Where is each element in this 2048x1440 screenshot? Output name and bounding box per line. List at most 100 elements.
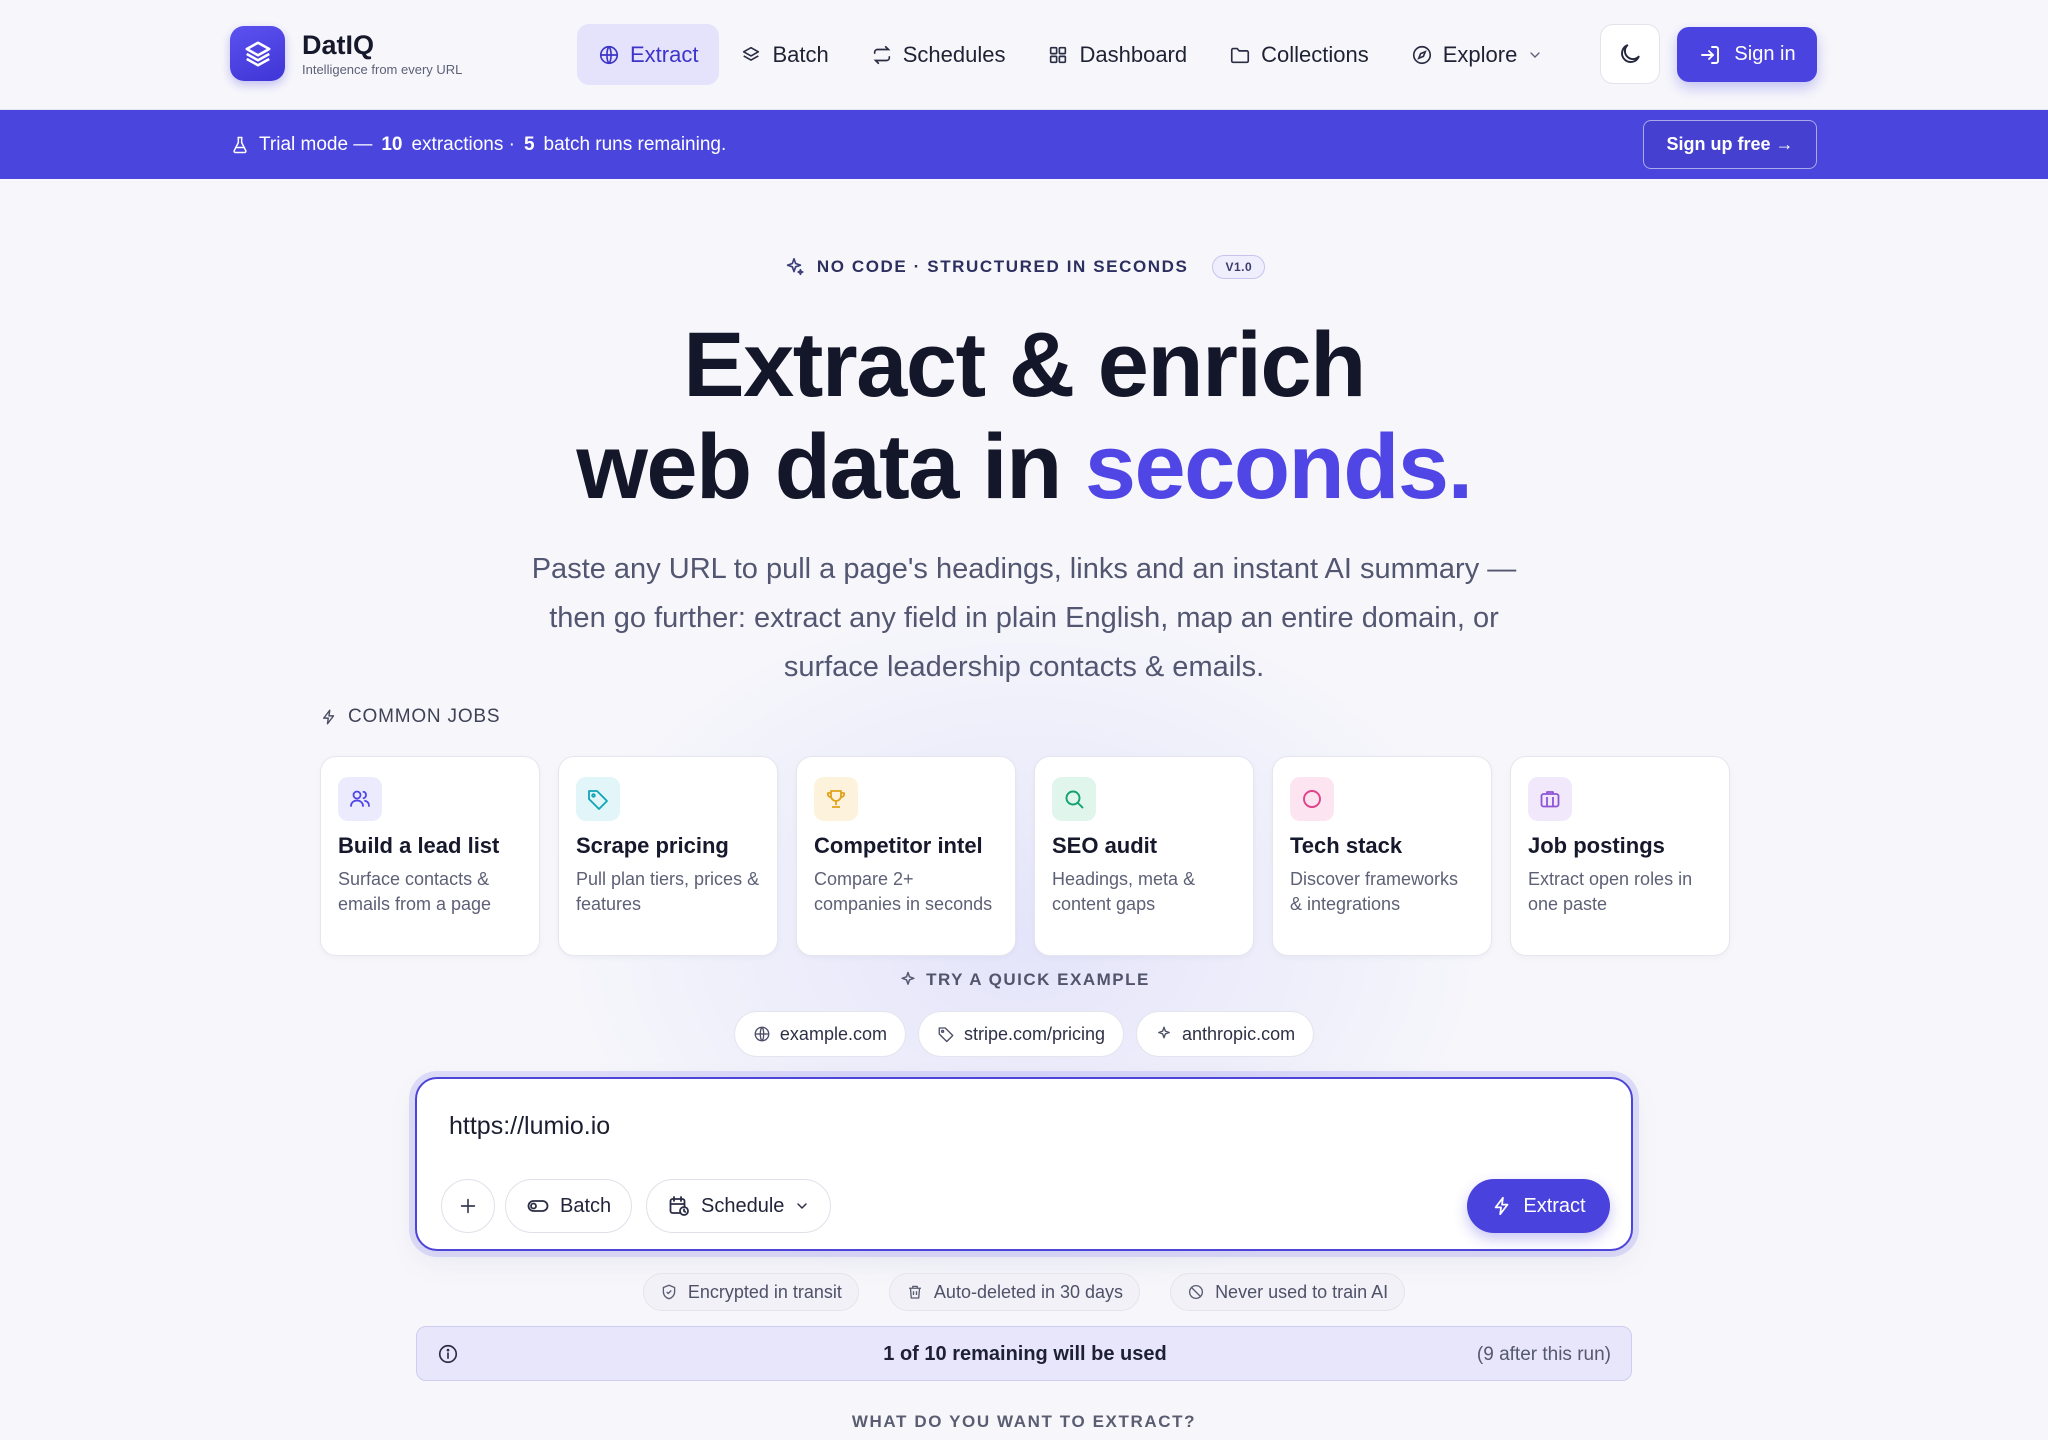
badge-label: Auto-deleted in 30 days [933, 1281, 1124, 1302]
job-card-scrape-pricing[interactable]: Scrape pricing Pull plan tiers, prices &… [558, 756, 778, 956]
nav-schedules[interactable]: Schedules [850, 24, 1027, 85]
compass-icon [1412, 45, 1431, 64]
batch-label: batch runs remaining. [543, 133, 727, 155]
headline-accent: seconds. [1084, 416, 1473, 518]
common-jobs-heading: COMMON JOBS [320, 706, 500, 728]
bolt-icon [1495, 1196, 1509, 1216]
add-url-button[interactable] [441, 1179, 495, 1233]
job-title: Build a lead list [338, 833, 500, 858]
grid-icon [1050, 46, 1067, 63]
common-jobs-label: COMMON JOBS [348, 706, 501, 727]
nav-dashboard-label: Dashboard [1079, 41, 1188, 67]
shield-icon [662, 1284, 676, 1300]
globe-icon [599, 45, 619, 64]
users-icon [338, 777, 382, 821]
briefcase-icon [1528, 777, 1572, 821]
sign-in-button[interactable]: Sign in [1677, 27, 1817, 82]
nav-explore[interactable]: Explore [1390, 24, 1565, 85]
nav-collections-label: Collections [1261, 41, 1369, 67]
headline-line-1: Extract & enrich [683, 314, 1366, 416]
flask-icon [233, 136, 247, 153]
theme-toggle-button[interactable] [1600, 24, 1660, 84]
quick-example-heading: TRY A QUICK EXAMPLE [0, 970, 2048, 990]
badge-label: Encrypted in transit [687, 1281, 842, 1302]
example-chip-example-com[interactable]: example.com [733, 1011, 906, 1057]
url-input[interactable] [449, 1101, 1549, 1151]
quick-example-label: TRY A QUICK EXAMPLE [926, 970, 1150, 989]
hero-subtext: Paste any URL to pull a page's headings,… [531, 553, 1517, 683]
job-description: Discover frameworks & integrations [1290, 869, 1459, 914]
chip-label: stripe.com/pricing [963, 1023, 1106, 1044]
folder-icon [1231, 47, 1250, 63]
search-icon [1052, 777, 1096, 821]
hero-eyebrow: NO CODE · STRUCTURED IN SECONDS V1.0 [0, 250, 2048, 284]
badge-encrypted: Encrypted in transit [642, 1273, 859, 1311]
logo-icon[interactable] [230, 26, 285, 81]
extract-button[interactable]: Extract [1467, 1179, 1610, 1233]
chevron-down-icon [797, 1203, 808, 1210]
login-icon [1701, 45, 1720, 64]
batch-toggle-button[interactable]: Batch [505, 1179, 633, 1233]
nav-batch[interactable]: Batch [719, 24, 849, 85]
example-chip-anthropic[interactable]: anthropic.com [1136, 1011, 1315, 1057]
sparkle-icon [901, 971, 915, 985]
hero-headline: Extract & enrich web data in seconds. [0, 314, 2048, 518]
brand-tagline: Intelligence from every URL [302, 62, 463, 77]
job-description: Extract open roles in one paste [1528, 869, 1693, 914]
nav-collections[interactable]: Collections [1208, 24, 1390, 85]
extract-label: Extract [1523, 1194, 1586, 1217]
sign-in-label: Sign in [1734, 43, 1796, 65]
toggle-icon [527, 1200, 549, 1212]
extractions-count: 10 [381, 133, 403, 155]
job-card-tech-stack[interactable]: Tech stack Discover frameworks & integra… [1272, 756, 1492, 956]
chip-label: example.com [779, 1023, 887, 1044]
job-description: Compare 2+ companies in seconds [814, 869, 993, 914]
repeat-icon [873, 45, 891, 64]
top-navigation-bar: DatIQ Intelligence from every URL Extrac… [0, 0, 2048, 110]
usage-main-text: 1 of 10 remaining will be used [883, 1343, 1167, 1365]
calendar-clock-icon [669, 1196, 689, 1216]
nav-dashboard[interactable]: Dashboard [1026, 24, 1208, 85]
batch-count: 5 [523, 133, 535, 155]
job-description: Surface contacts & emails from a page [338, 869, 492, 914]
job-title: Job postings [1528, 833, 1665, 858]
extractions-label: extractions · [411, 133, 515, 155]
url-input-card: Batch Schedule Extract [415, 1077, 1633, 1251]
nav-explore-label: Explore [1442, 41, 1518, 67]
job-title: Scrape pricing [576, 833, 729, 858]
usage-notice: 1 of 10 remaining will be used (9 after … [416, 1326, 1632, 1381]
brand-name[interactable]: DatIQ [302, 30, 374, 61]
trust-badges: Encrypted in transit Auto-deleted in 30 … [0, 1273, 2048, 1311]
trial-prefix: Trial mode — [259, 133, 373, 155]
job-title: Competitor intel [814, 833, 983, 858]
sign-up-free-button[interactable]: Sign up free → [1643, 120, 1817, 169]
job-card-job-postings[interactable]: Job postings Extract open roles in one p… [1510, 756, 1730, 956]
job-description: Headings, meta & content gaps [1052, 869, 1196, 914]
headline-line-2: web data in [576, 416, 1085, 518]
version-badge: V1.0 [1212, 255, 1266, 279]
job-description: Pull plan tiers, prices & features [576, 869, 760, 914]
sparkle-icon [786, 257, 804, 276]
bolt-icon [323, 709, 335, 725]
moon-icon [1621, 44, 1640, 63]
schedule-dropdown-button[interactable]: Schedule [646, 1179, 832, 1233]
circle-icon [1290, 777, 1334, 821]
trial-status-text: Trial mode — 10 extractions · 5 batch ru… [230, 110, 726, 179]
main-nav: Extract Batch Schedules Dashboard Collec… [577, 24, 1564, 85]
job-card-lead-list[interactable]: Build a lead list Surface contacts & ema… [320, 756, 540, 956]
badge-never-train: Never used to train AI [1170, 1273, 1406, 1311]
nav-batch-label: Batch [772, 41, 829, 67]
ban-icon [1189, 1284, 1204, 1300]
layers-icon [743, 46, 760, 61]
job-card-seo-audit[interactable]: SEO audit Headings, meta & content gaps [1034, 756, 1254, 956]
eyebrow-text: NO CODE · STRUCTURED IN SECONDS [816, 257, 1189, 276]
quick-example-chips: example.com stripe.com/pricing anthropic… [0, 1011, 2048, 1057]
globe-icon [754, 1026, 770, 1042]
tag-icon [576, 777, 620, 821]
example-chip-stripe-pricing[interactable]: stripe.com/pricing [917, 1011, 1125, 1057]
job-card-competitor-intel[interactable]: Competitor intel Compare 2+ companies in… [796, 756, 1016, 956]
trophy-icon [814, 777, 858, 821]
nav-extract[interactable]: Extract [577, 24, 720, 85]
extract-section-heading: WHAT DO YOU WANT TO EXTRACT? [851, 1412, 1197, 1431]
tag-icon [938, 1027, 954, 1043]
